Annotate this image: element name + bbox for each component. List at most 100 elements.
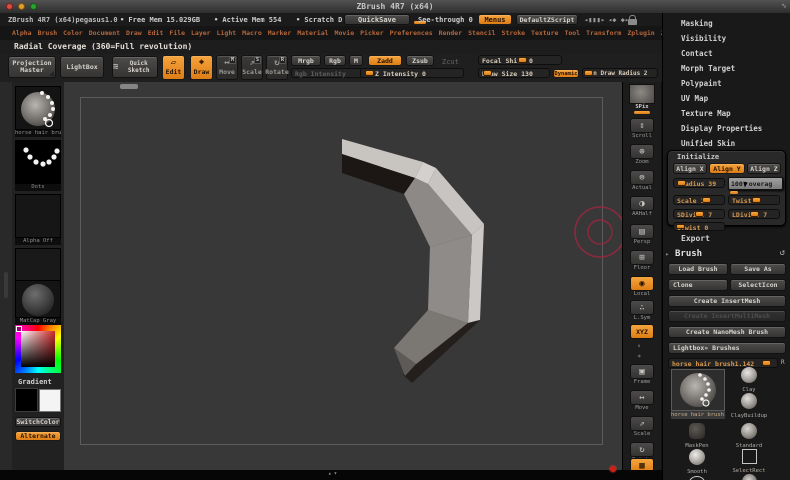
scale-button[interactable]: S ⇗ Scale [241, 55, 263, 80]
dynamic-button[interactable]: Dynamic [553, 69, 579, 78]
move-button[interactable]: M ↔ Move [216, 55, 238, 80]
scale-slider[interactable]: Scale 1 [673, 195, 725, 205]
brush-thumb-standard[interactable]: Standard [727, 423, 771, 450]
see-through-label[interactable]: See-through 0 [418, 16, 473, 24]
brush-thumb-maskpen[interactable]: MaskPen [675, 423, 719, 450]
secondary-color-swatch[interactable] [39, 389, 61, 412]
section-texture-map[interactable]: Texture Map [681, 109, 731, 118]
selected-brush-thumb[interactable] [671, 369, 725, 411]
current-brush-thumb[interactable] [15, 86, 61, 130]
menu-edit[interactable]: Edit [148, 29, 164, 37]
titlebar[interactable]: ZBrush 4R7 (x64) ↔ [0, 0, 790, 14]
create-nanomesh-button[interactable]: Create NanoMesh Brush [668, 326, 786, 338]
section-masking[interactable]: Masking [681, 19, 713, 28]
clone-button[interactable]: Clone [668, 279, 728, 291]
brush-thumb-smooth[interactable]: Smooth [675, 449, 719, 476]
shelf-move[interactable]: ↔ Move [629, 390, 655, 411]
shelf-aahalf[interactable]: ◑ AAHalf [629, 196, 655, 217]
tool-history-icon[interactable]: ◂◆ ◆▸ [608, 16, 629, 24]
section-unified-skin[interactable]: Unified Skin [681, 139, 735, 148]
shelf-persp[interactable]: ▤ Persp [629, 224, 655, 245]
rgb-button[interactable]: Rgb [324, 55, 346, 66]
sdivide-slider[interactable]: SDivide 7 [673, 209, 725, 219]
load-brush-button[interactable]: Load Brush [668, 263, 728, 275]
scroll-arrows-icon[interactable]: ▴▾ [328, 470, 339, 477]
align-x-button[interactable]: Align X [673, 163, 707, 174]
menu-texture[interactable]: Texture [531, 29, 558, 37]
lock-icon[interactable] [628, 15, 637, 25]
brush-thumb-selectrect[interactable]: SelectRect [727, 449, 771, 475]
twist-slider[interactable]: Twist 0 [728, 195, 780, 205]
undo-history-icon[interactable]: ◂▮▮▮▸ [584, 16, 605, 24]
brush-panel-title[interactable]: Brush [675, 249, 702, 259]
spin-z-icon[interactable]: ∗ [637, 352, 641, 360]
quicksave-button[interactable]: QuickSave [344, 14, 410, 25]
section-display-properties[interactable]: Display Properties [681, 124, 762, 133]
spin-y-icon[interactable]: ∘ [637, 342, 641, 350]
section-uv-map[interactable]: UV Map [681, 94, 708, 103]
menu-draw[interactable]: Draw [126, 29, 142, 37]
menu-material[interactable]: Material [297, 29, 328, 37]
r-label[interactable]: R [781, 359, 785, 366]
menu-preferences[interactable]: Preferences [390, 29, 433, 37]
canvas-viewport[interactable] [64, 82, 622, 470]
spix-preview[interactable]: SPix [629, 84, 655, 114]
shelf-scale[interactable]: ⇗ Scale [629, 416, 655, 437]
gradient-label[interactable]: Gradient [18, 378, 52, 386]
collapse-icon[interactable]: ‣ [665, 251, 669, 259]
reset-icon[interactable]: ↺ [780, 248, 785, 258]
current-material-thumb[interactable] [15, 280, 61, 318]
mrgb-button[interactable]: Mrgb [291, 55, 321, 66]
create-insertmesh-button[interactable]: Create InsertMesh [668, 295, 786, 307]
brush-thumb-claybuildup[interactable]: ClayBuildup [727, 393, 771, 420]
main-color-swatch[interactable] [15, 388, 38, 412]
menu-document[interactable]: Document [89, 29, 120, 37]
default-zscript-button[interactable]: DefaultZScript [516, 14, 578, 25]
menus-button[interactable]: Menus [478, 14, 512, 25]
menu-alpha[interactable]: Alpha [12, 29, 32, 37]
menu-tool[interactable]: Tool [564, 29, 580, 37]
zsub-button[interactable]: Zsub [406, 55, 434, 66]
shelf-local[interactable]: ◉ Local [629, 276, 655, 297]
shelf-xyz[interactable]: XYZ [629, 324, 655, 339]
save-as-button[interactable]: Save As [730, 263, 786, 275]
edit-button[interactable]: ▱ Edit [162, 55, 185, 80]
alternate-button[interactable]: Alternate [15, 431, 61, 441]
shelf-lsym[interactable]: ∴ L.Sym [629, 300, 655, 321]
coverage-slider-hover[interactable]: 100 overag [728, 177, 783, 190]
color-picker-saturation[interactable] [21, 331, 55, 367]
m-button[interactable]: M [349, 55, 363, 66]
itwist-slider[interactable]: ITwist 0 [673, 222, 725, 232]
color-picker[interactable] [15, 325, 61, 373]
lightbox-button[interactable]: LightBox [60, 56, 104, 78]
section-contact[interactable]: Contact [681, 49, 713, 58]
align-y-button[interactable]: Align Y [709, 163, 745, 174]
switch-color-button[interactable]: SwitchColor [15, 417, 61, 427]
spix-slider[interactable] [634, 111, 650, 114]
draw-size-slider[interactable]: Draw Size 130 [478, 68, 550, 78]
menu-light[interactable]: Light [217, 29, 237, 37]
create-insertmultimesh-button[interactable]: Create InsertMultiMesh [668, 310, 786, 322]
shelf-scroll[interactable]: ⇕ Scroll [629, 118, 655, 139]
quick-sketch-button[interactable]: ≋ Quick Sketch [112, 56, 158, 78]
current-stroke-thumb[interactable] [15, 140, 61, 184]
menu-marker[interactable]: Marker [268, 29, 291, 37]
brush-thumb-clay[interactable]: Clay [727, 367, 771, 394]
menu-transform[interactable]: Transform [586, 29, 621, 37]
section-polypaint[interactable]: Polypaint [681, 79, 722, 88]
min-draw-radius-slider[interactable]: Min Draw Radius 2 [582, 68, 658, 78]
focal-shift-slider[interactable]: Focal Shift 0 [478, 55, 562, 65]
lightbox-brushes-button[interactable]: Lightbox» Brushes [668, 342, 786, 354]
shelf-zoom[interactable]: ⊕ Zoom [629, 144, 655, 165]
menu-picker[interactable]: Picker [360, 29, 383, 37]
section-visibility[interactable]: Visibility [681, 34, 726, 43]
menu-zplugin[interactable]: Zplugin [627, 29, 654, 37]
menu-brush[interactable]: Brush [38, 29, 58, 37]
align-z-button[interactable]: Align Z [747, 163, 781, 174]
menu-stroke[interactable]: Stroke [502, 29, 525, 37]
zadd-button[interactable]: Zadd [368, 55, 402, 66]
shelf-actual[interactable]: ⊜ Actual [629, 170, 655, 191]
rgb-intensity-slider[interactable]: Rgb Intensity [291, 68, 367, 78]
shelf-frame[interactable]: ▣ Frame [629, 364, 655, 385]
menu-layer[interactable]: Layer [191, 29, 211, 37]
